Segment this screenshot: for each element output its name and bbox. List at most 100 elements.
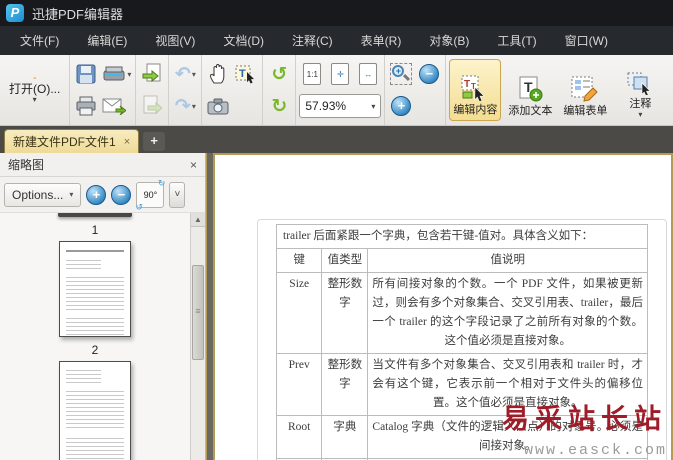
open-button[interactable]: 打开(O)... ▾ [3,76,66,104]
rotate-ccw-icon: ↺ [271,63,288,85]
fit-width-icon: ↔ [359,63,378,85]
toolbar-group-open: 打开(O)... ▾ [0,55,71,125]
hand-tool-button[interactable] [205,60,231,88]
email-button[interactable] [101,92,127,120]
toolbar-group-file: ▾ [70,55,137,125]
annotate-button[interactable]: 注释 ▾ [614,59,666,121]
document-viewport[interactable]: trailer 后面紧跟一个字典，包含若干键-值对。具体含义如下： 键 值类型 … [215,153,673,460]
add-text-button[interactable]: T 添加文本 [504,59,556,121]
save-button[interactable] [73,60,99,88]
new-tab-button[interactable]: + [143,132,166,151]
panel-splitter[interactable] [206,153,215,460]
rotate-90-label: 90° [143,189,158,200]
redo-icon: ↷ [174,95,191,117]
menu-annotate[interactable]: 注释(C) [280,28,345,53]
open-folder-icon [33,77,36,79]
zoom-out-icon: − [419,64,440,84]
insert-pages-button[interactable] [139,60,165,88]
edit-content-label: 编辑内容 [453,104,498,116]
rotate-90-button[interactable]: 90° ↻ ↺ [135,177,166,212]
thumbnails-toolbar: Options... ▾ + − 90° ↻ ↺ ˅ [0,177,205,213]
fit-page-icon: ✛ [331,63,350,85]
fit-width-button[interactable]: ↔ [355,60,381,88]
rotate-arrow-icon: ↺ [135,201,143,212]
zoom-in-button[interactable]: + [388,92,414,120]
marquee-zoom-button[interactable]: + [388,60,414,88]
cell-type: 整形数字 [321,352,369,416]
menu-object[interactable]: 对象(B) [417,28,481,53]
menu-tools[interactable]: 工具(T) [485,28,548,53]
watermark-url: www.easck.com [523,442,667,459]
app-title: 迅捷PDF编辑器 [32,6,124,22]
annotate-dropdown-caret-icon: ▾ [638,110,643,119]
scan-button[interactable]: ▾ [101,60,132,88]
zoom-level-select[interactable]: 57.93% ▾ [299,94,382,118]
save-icon [76,64,96,84]
select-text-icon: T [235,65,255,84]
zoom-out-button[interactable]: − [416,60,442,88]
undo-button[interactable]: ↶ ▾ [172,60,198,88]
annotate-icon [627,72,652,95]
page-number: 2 [91,343,99,357]
menu-form[interactable]: 表单(R) [349,28,414,53]
rotate-arrow-icon: ↻ [157,177,166,188]
thumb-zoom-in-button[interactable]: + [86,184,107,205]
page-thumbnail-partial[interactable] [58,213,132,217]
toolbar-group-pages [136,55,170,125]
menu-window[interactable]: 窗口(W) [553,28,620,53]
zoom-in-icon: + [391,96,412,116]
cell-desc: 所有间接对象的个数。一个 PDF 文件，如果被更新过，则会有多个对象集合、交叉引… [367,271,648,354]
panel-close-icon[interactable]: × [190,158,197,172]
menu-view[interactable]: 视图(V) [143,28,207,53]
col-header-key: 键 [275,247,323,273]
tab-close-icon[interactable]: × [124,136,130,148]
scrollbar-thumb[interactable]: ≡ [192,265,204,360]
scanner-icon [103,66,125,81]
cell-key: Prev [275,352,323,416]
document-tab-title: 新建文件PDF文件1 [13,135,116,149]
thumbnails-panel-title: 缩略图 [8,158,45,172]
scroll-up-icon[interactable]: ▲ [191,213,205,227]
snapshot-button[interactable] [205,92,231,120]
marquee-zoom-icon: + [390,63,413,85]
title-bar: P 迅捷PDF编辑器 [0,0,673,26]
table-caption: trailer 后面紧跟一个字典，包含若干键-值对。具体含义如下： [276,224,648,249]
panel-more-button[interactable]: ˅ [169,181,186,208]
thumb-zoom-out-button[interactable]: − [111,184,132,205]
document-tab[interactable]: 新建文件PDF文件1 × [4,129,140,153]
edit-form-button[interactable]: 编辑表单 [559,59,611,121]
options-dropdown-button[interactable]: Options... ▾ [4,182,82,207]
page-number: 1 [91,223,99,237]
rotate-ccw-button[interactable]: ↺ [266,60,292,88]
page-thumbnail[interactable] [59,361,131,460]
thumbnails-panel: 缩略图 × Options... ▾ + − 90° ↻ ↺ ˅ 1 2 ▲ ≡ [0,153,206,460]
cell-key: Size [275,271,323,354]
cell-type: 字典 [321,414,369,459]
open-dropdown-caret-icon: ▾ [32,95,37,104]
extract-pages-button[interactable] [139,92,165,120]
menu-document[interactable]: 文档(D) [211,28,276,53]
thumbnails-scrollbar[interactable]: ▲ ≡ [190,213,205,460]
actual-size-button[interactable]: 1:1 [299,60,325,88]
print-button[interactable] [73,92,99,120]
edit-content-button[interactable]: T T 编辑内容 [449,59,502,121]
email-icon [102,98,127,115]
table-header-row: 键 值类型 值说明 [275,247,648,273]
add-text-icon: T [519,76,543,102]
tab-bar: 新建文件PDF文件1 × + [0,126,673,153]
printer-icon [76,96,96,116]
fit-page-button[interactable]: ✛ [327,60,353,88]
page-thumbnail[interactable] [59,241,131,338]
undo-dropdown-caret-icon: ▾ [191,69,196,79]
toolbar-group-zoomview: 1:1 ✛ ↔ 57.93% ▾ [296,55,386,125]
select-text-tool-button[interactable]: T [233,60,259,88]
redo-button[interactable]: ↷ ▾ [172,92,198,120]
toolbar-group-history: ↶ ▾ ↷ ▾ [169,55,203,125]
edit-form-icon [571,76,599,102]
menu-file[interactable]: 文件(F) [8,28,71,53]
watermark-text: 易采站长站 [502,404,667,434]
table-row: Size 整形数字 所有间接对象的个数。一个 PDF 文件，如果被更新过，则会有… [275,271,648,354]
col-header-desc: 值说明 [367,247,648,273]
menu-edit[interactable]: 编辑(E) [75,28,139,53]
rotate-cw-button[interactable]: ↻ [266,92,292,120]
